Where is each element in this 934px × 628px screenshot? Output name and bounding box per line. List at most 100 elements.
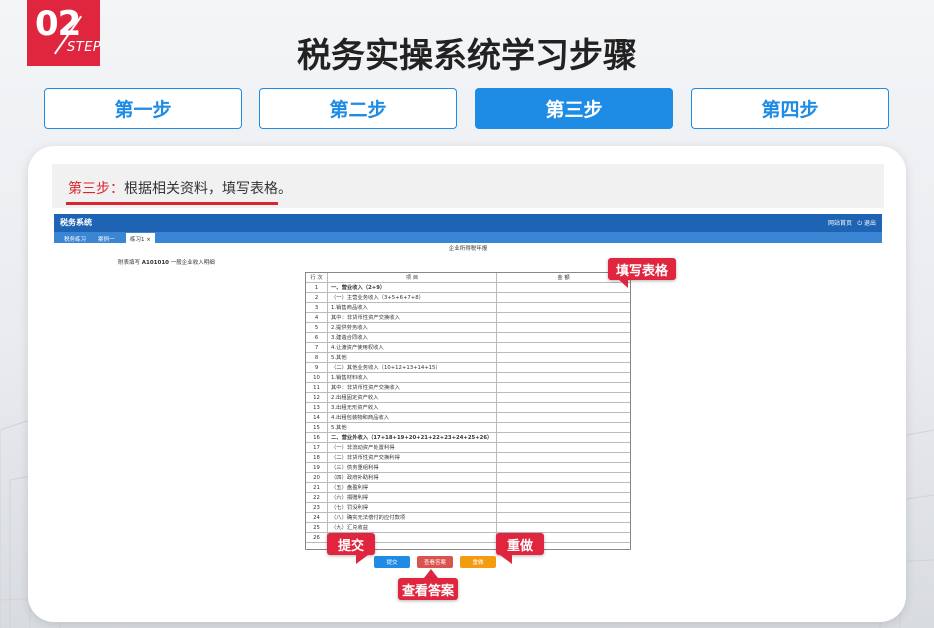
form-code-label: 附表填写 [118,260,141,266]
callout-redo-tail [500,555,512,564]
amount-input[interactable] [497,473,630,483]
callout-fill-form: 填写表格 [608,258,676,280]
row-item: 3.出租无形资产收入 [328,403,497,413]
row-number: 15 [306,423,328,433]
callout-fill-form-tail [618,279,628,288]
amount-input[interactable] [497,423,630,433]
redo-button[interactable]: 重做 [460,556,496,568]
content-card: 第三步：根据相关资料，填写表格。 税务系统 网站首页 ⏻ 退出 税务练习 案例一… [28,146,906,622]
amount-input[interactable] [497,493,630,503]
row-number: 1 [306,283,328,293]
page-title: 税务实操系统学习步骤 [297,36,637,76]
callout-redo: 重做 [496,533,544,555]
close-icon[interactable]: × [146,237,151,243]
step-tab-4[interactable]: 第四步 [691,88,889,129]
row-number: 2 [306,293,328,303]
amount-input[interactable] [497,303,630,313]
table-row: 5 2.提供劳务收入 [306,323,630,333]
row-item: （七）罚没利得 [328,503,497,513]
table-row: 17 （一）非流动资产处置利得 [306,443,630,453]
row-number: 10 [306,373,328,383]
amount-input[interactable] [497,503,630,513]
row-item: 其中：非货币性资产交换收入 [328,313,497,323]
amount-input[interactable] [497,373,630,383]
table-row: 4 其中：非货币性资产交换收入 [306,313,630,323]
instruction-prefix: 第三步： [68,181,124,197]
row-item: 一、营业收入（2+9） [328,283,497,293]
amount-input[interactable] [497,293,630,303]
amount-input[interactable] [497,483,630,493]
app-tab-case[interactable]: 案例一 [94,233,119,243]
app-tab-exercise[interactable]: 练习1 × [126,233,155,243]
table-row: 20 （四）政府补助利得 [306,473,630,483]
app-tab-practice[interactable]: 税务练习 [60,233,90,243]
header-row-no: 行 次 [306,273,328,283]
app-screenshot: 税务系统 网站首页 ⏻ 退出 税务练习 案例一 练习1 × 企业所得税年报 附表… [54,214,882,578]
row-item: 其中：非货币性资产交换收入 [328,383,497,393]
callout-view-answer-tail [424,569,438,578]
table-row: 3 1.销售商品收入 [306,303,630,313]
table-header: 行 次 项 目 金 额 [306,273,630,283]
row-number: 6 [306,333,328,343]
app-header: 税务系统 网站首页 ⏻ 退出 [54,214,882,232]
amount-input[interactable] [497,353,630,363]
row-item: （一）主营业务收入（3+5+6+7+8） [328,293,497,303]
amount-input[interactable] [497,403,630,413]
logout-label: 退出 [863,220,876,227]
amount-input[interactable] [497,453,630,463]
row-item: 5.其他 [328,353,497,363]
amount-input[interactable] [497,463,630,473]
row-item: 1.销售材料收入 [328,373,497,383]
amount-input[interactable] [497,443,630,453]
row-item: （四）政府补助利得 [328,473,497,483]
row-number: 14 [306,413,328,423]
view-answer-button[interactable]: 查看答案 [417,556,453,568]
table-row: 15 5.其他 [306,423,630,433]
amount-input[interactable] [497,333,630,343]
table-row: 1 一、营业收入（2+9） [306,283,630,293]
table-row: 16 二、营业外收入（17+18+19+20+21+22+23+24+25+26） [306,433,630,443]
row-number: 16 [306,433,328,443]
row-item: 3.建造合同收入 [328,333,497,343]
amount-input[interactable] [497,313,630,323]
row-number: 18 [306,453,328,463]
step-tab-2[interactable]: 第二步 [259,88,457,129]
amount-input[interactable] [497,413,630,423]
row-item: （三）债务重组利得 [328,463,497,473]
amount-input[interactable] [497,393,630,403]
table-row: 11 其中：非货币性资产交换收入 [306,383,630,393]
row-number: 12 [306,393,328,403]
row-number: 3 [306,303,328,313]
table-row: 7 4.让渡资产使用权收入 [306,343,630,353]
row-number: 19 [306,463,328,473]
row-number: 5 [306,323,328,333]
submit-button[interactable]: 提交 [374,556,410,568]
logout-link[interactable]: ⏻ 退出 [857,218,876,228]
income-table: 行 次 项 目 金 额 1 一、营业收入（2+9） 2 （一）主营业务收入（3+5+6… [305,272,631,550]
amount-input[interactable] [497,383,630,393]
row-number: 25 [306,523,328,533]
home-link[interactable]: 网站首页 [828,218,852,227]
row-item: 2.出租固定资产收入 [328,393,497,403]
row-number: 9 [306,363,328,373]
amount-input[interactable] [497,433,630,443]
step-tab-1[interactable]: 第一步 [44,88,242,129]
table-row: 9 （二）其他业务收入（10+12+13+14+15） [306,363,630,373]
instruction-bar: 第三步：根据相关资料，填写表格。 [52,164,884,208]
amount-input[interactable] [497,523,630,533]
amount-input[interactable] [497,363,630,373]
amount-input[interactable] [497,323,630,333]
form-name: 一般企业收入明细 [170,260,215,266]
amount-input[interactable] [497,513,630,523]
table-row: 6 3.建造合同收入 [306,333,630,343]
row-number: 20 [306,473,328,483]
row-item: （二）非货币性资产交换利得 [328,453,497,463]
step-tab-3[interactable]: 第三步 [475,88,673,129]
callout-submit: 提交 [327,533,375,555]
table-row: 12 2.出租固定资产收入 [306,393,630,403]
row-item: 二、营业外收入（17+18+19+20+21+22+23+24+25+26） [328,433,497,443]
amount-input[interactable] [497,283,630,293]
instruction-body: 根据相关资料，填写表格。 [124,181,292,197]
row-number: 8 [306,353,328,363]
amount-input[interactable] [497,343,630,353]
